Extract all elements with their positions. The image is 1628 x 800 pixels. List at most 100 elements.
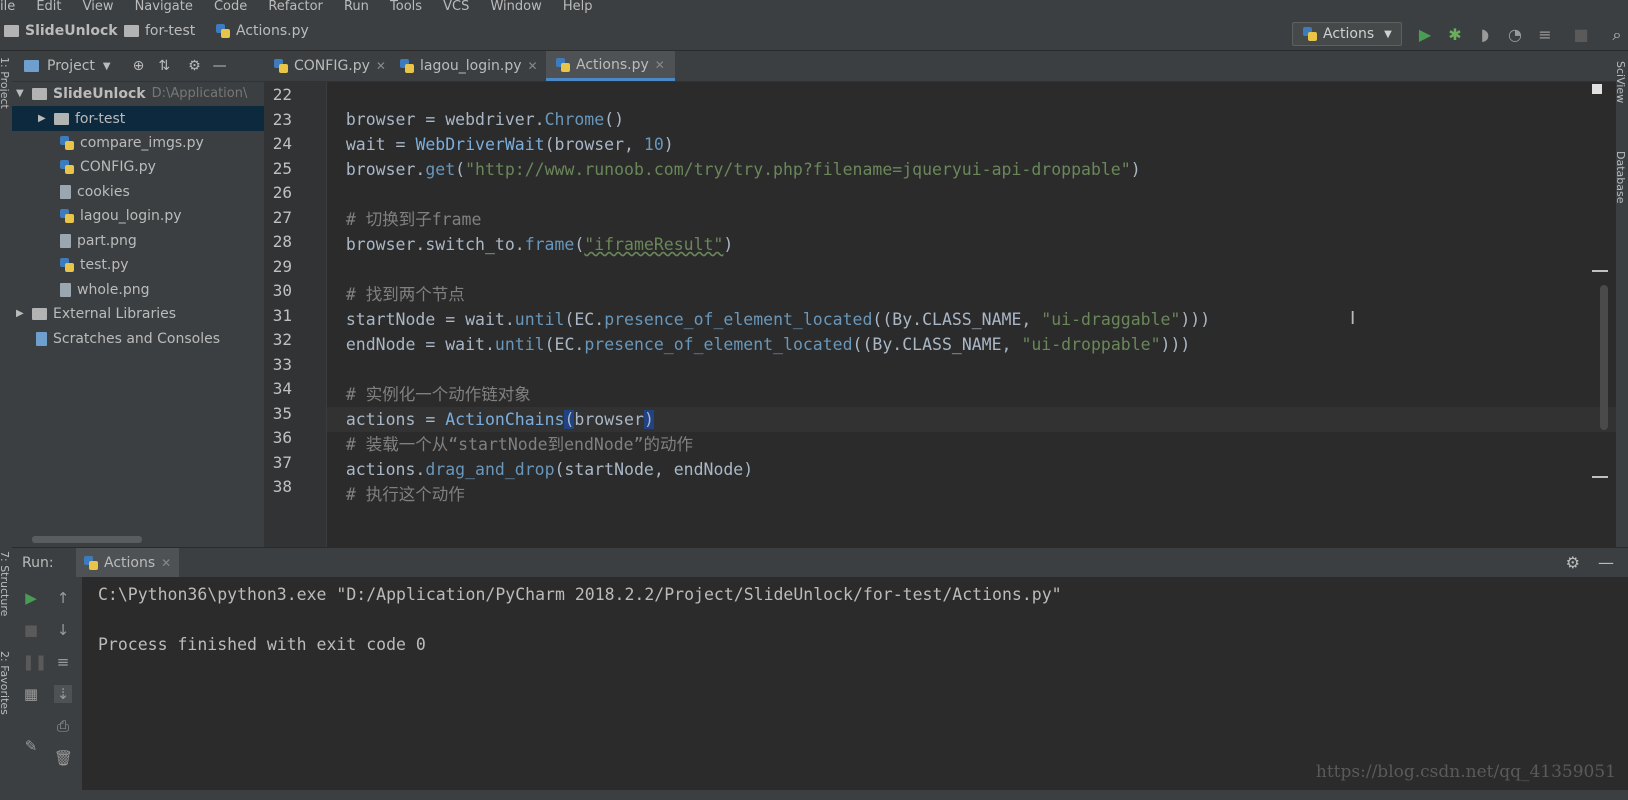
python-file-icon — [84, 556, 98, 570]
chevron-down-icon[interactable]: ▼ — [103, 61, 111, 72]
tree-item-for-test[interactable]: ▶ for-test — [12, 106, 290, 131]
code-line-28: browser.switch_to.frame("iframeResult") — [345, 235, 734, 254]
pause-icon[interactable]: ❚❚ — [22, 653, 47, 671]
menu-vcs[interactable]: VCS — [443, 0, 469, 14]
code-line-31: startNode = wait.until(EC.presence_of_el… — [345, 310, 1211, 329]
inspection-status-icon[interactable] — [1592, 84, 1602, 94]
run-tab-actions[interactable]: Actions ✕ — [76, 548, 180, 578]
pin-icon[interactable]: ✎ — [22, 737, 40, 755]
menu-edit[interactable]: Edit — [36, 0, 61, 14]
python-file-icon — [556, 57, 570, 72]
code-editor[interactable]: browser = webdriver.Chrome() wait = WebD… — [326, 82, 1616, 547]
collapse-icon[interactable]: ⇅ — [158, 58, 170, 74]
target-icon[interactable]: ⊕ — [133, 58, 145, 74]
editor-scrollbar-thumb[interactable] — [1600, 285, 1608, 430]
gear-icon[interactable]: ⚙ — [188, 58, 201, 74]
run-toolbar: ▶ ↑ ■ ↓ ❚❚ ≡ ▦ ⇣ ⎙ ✎ 🗑 — [12, 577, 82, 800]
project-tool-button[interactable]: 1: Project — [0, 57, 11, 109]
line-number: 27 — [272, 207, 292, 227]
tree-item-label: cookies — [77, 183, 130, 200]
menu-file[interactable]: ile — [0, 0, 15, 14]
coverage-icon[interactable]: ◗ — [1476, 26, 1494, 44]
tab-lagou-login[interactable]: lagou_login.py ✕ — [390, 51, 548, 81]
tab-actions[interactable]: Actions.py ✕ — [546, 51, 675, 81]
python-file-icon — [60, 135, 74, 150]
run-panel-header: Run: Actions ✕ ⚙ — — [12, 547, 1628, 578]
menu-refactor[interactable]: Refactor — [268, 0, 323, 14]
stop-icon[interactable]: ■ — [1572, 26, 1590, 44]
tab-label: Actions.py — [576, 56, 649, 73]
python-file-icon — [216, 24, 230, 38]
menu-navigate[interactable]: Navigate — [135, 0, 193, 14]
tree-item-label: part.png — [77, 232, 137, 249]
menu-view[interactable]: View — [83, 0, 114, 14]
gear-icon[interactable]: ⚙ — [1566, 553, 1580, 572]
line-number: 36 — [272, 428, 292, 447]
chevron-down-icon: ▼ — [16, 88, 24, 99]
layout-icon[interactable]: ▦ — [22, 685, 40, 703]
concurrency-icon[interactable]: ≡ — [1536, 26, 1554, 44]
python-file-icon — [60, 159, 74, 174]
menu-run[interactable]: Run — [344, 0, 369, 14]
tree-item-label: test.py — [80, 256, 129, 273]
project-horizontal-scrollbar[interactable] — [12, 532, 264, 546]
project-panel: Project ▼ ⊕ ⇅ ⚙ — ▼ SlideUnlock D:\Appli… — [12, 51, 290, 547]
console-command-line: C:\Python36\python3.exe "D:/Application/… — [98, 585, 1062, 604]
trash-icon[interactable]: 🗑 — [54, 749, 73, 767]
line-number: 28 — [272, 232, 292, 251]
breadcrumb-folder[interactable]: for-test — [124, 23, 195, 39]
breadcrumb-folder-label: for-test — [145, 23, 196, 39]
menu-help[interactable]: Help — [563, 0, 593, 14]
down-icon[interactable]: ↓ — [54, 621, 72, 639]
scrollbar-thumb[interactable] — [32, 536, 142, 543]
project-view-select[interactable]: Project — [47, 58, 95, 74]
search-icon[interactable]: ⌕ — [1608, 26, 1626, 44]
line-number: 32 — [272, 330, 292, 349]
close-icon[interactable]: ✕ — [161, 556, 171, 570]
folder-icon — [124, 25, 139, 37]
line-number: 25 — [272, 158, 292, 178]
profile-icon[interactable]: ◔ — [1506, 26, 1524, 44]
folder-icon — [4, 25, 19, 37]
close-icon[interactable]: ✕ — [376, 59, 386, 73]
favorites-tool-button[interactable]: 2: Favorites — [0, 651, 11, 715]
python-file-icon — [274, 59, 288, 73]
tree-item-external-libraries[interactable]: ▶ External Libraries — [12, 301, 268, 326]
structure-tool-button[interactable]: 7: Structure — [0, 551, 11, 616]
image-file-icon — [60, 282, 71, 297]
status-bar — [0, 790, 1628, 800]
soft-wrap-icon[interactable]: ≡ — [54, 653, 72, 671]
close-icon[interactable]: ✕ — [528, 59, 538, 73]
run-config-label: Actions — [1323, 26, 1375, 42]
tree-root[interactable]: ▼ SlideUnlock D:\Application\ — [12, 81, 268, 106]
breadcrumb-project[interactable]: SlideUnlock — [4, 23, 118, 39]
tree-item-scratches[interactable]: Scratches and Consoles — [12, 326, 288, 351]
menu-code[interactable]: Code — [214, 0, 247, 14]
text-cursor-icon: I — [1350, 308, 1356, 329]
debug-icon[interactable]: ✱ — [1446, 26, 1464, 44]
run-tab-label: Actions — [104, 555, 156, 571]
console-output[interactable]: C:\Python36\python3.exe "D:/Application/… — [82, 577, 1628, 800]
menu-window[interactable]: Window — [490, 0, 541, 14]
scroll-to-end-icon[interactable]: ⇣ — [54, 685, 72, 703]
tab-config[interactable]: CONFIG.py ✕ — [264, 51, 396, 81]
close-icon[interactable]: ✕ — [655, 58, 665, 72]
tree-item-label: whole.png — [77, 281, 150, 298]
tab-label: CONFIG.py — [294, 58, 370, 74]
menu-tools[interactable]: Tools — [390, 0, 422, 14]
python-file-icon — [1303, 27, 1317, 41]
up-icon[interactable]: ↑ — [54, 589, 72, 607]
tab-label: lagou_login.py — [420, 58, 522, 74]
run-icon[interactable]: ▶ — [1416, 26, 1434, 44]
stop-icon[interactable]: ■ — [22, 621, 40, 639]
run-configuration-select[interactable]: Actions ▼ — [1292, 22, 1402, 46]
folder-icon — [32, 87, 47, 100]
breadcrumb-file[interactable]: Actions.py — [216, 23, 309, 39]
tree-item-label: Scratches and Consoles — [53, 330, 220, 347]
hide-icon[interactable]: — — [1598, 553, 1614, 572]
rerun-icon[interactable]: ▶ — [22, 589, 40, 607]
print-icon[interactable]: ⎙ — [54, 717, 72, 735]
line-number: 31 — [272, 305, 292, 325]
hide-icon[interactable]: — — [213, 58, 227, 74]
